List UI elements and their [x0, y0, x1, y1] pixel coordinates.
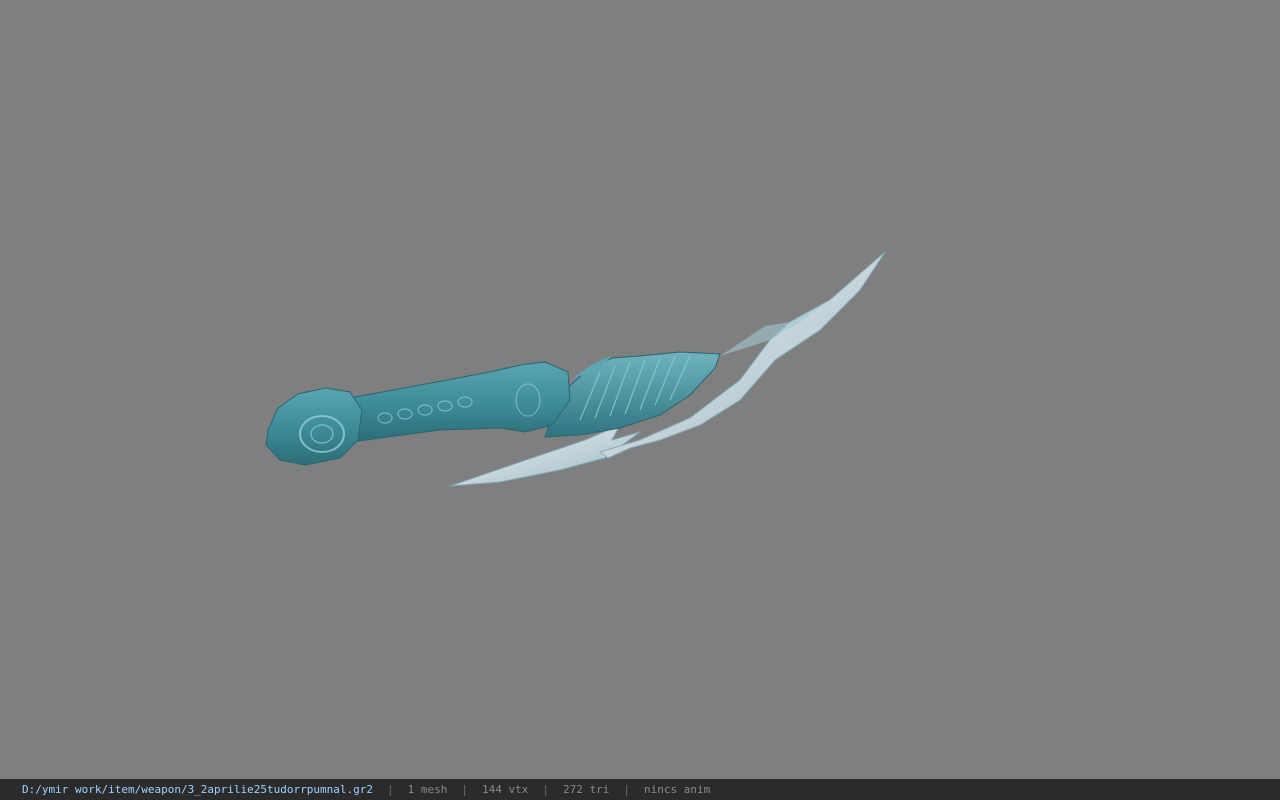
- triangle-count: 272 tri: [562, 783, 610, 796]
- animation-status: nincs anim: [643, 783, 711, 796]
- separator: |: [542, 783, 549, 796]
- file-path: D:/ymir work/item/weapon/3_2aprilie25tud…: [22, 783, 373, 796]
- mesh-count: 1 mesh: [407, 783, 448, 796]
- separator: |: [461, 783, 468, 796]
- handle-shaft: [349, 361, 571, 443]
- 3d-viewport[interactable]: [0, 0, 1280, 779]
- separator: |: [623, 783, 630, 796]
- vertex-count: 144 vtx: [482, 783, 529, 796]
- pommel: [265, 387, 363, 466]
- blade-main: [598, 251, 886, 459]
- dagger-model: [265, 251, 886, 487]
- status-bar: D:/ymir work/item/weapon/3_2aprilie25tud…: [0, 779, 1280, 800]
- separator: |: [387, 783, 394, 796]
